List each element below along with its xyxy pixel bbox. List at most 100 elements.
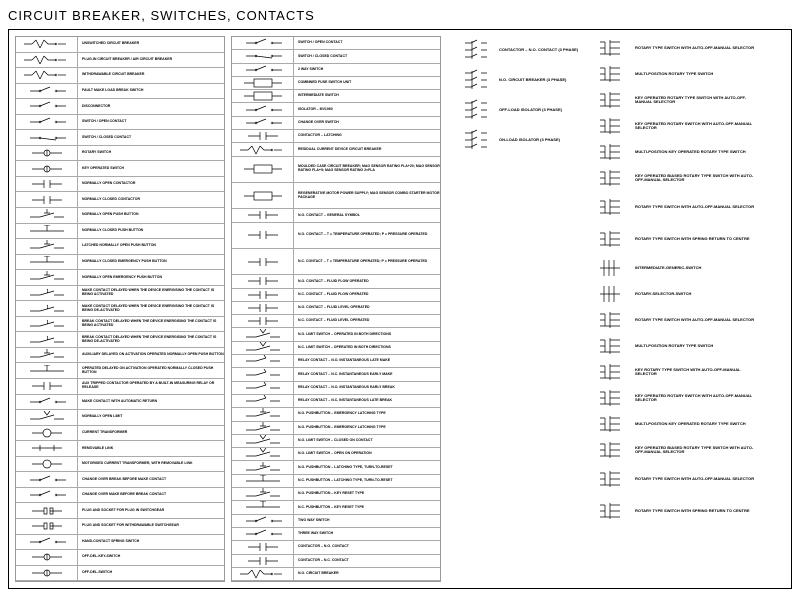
symbol-row: Normally Open Limit [16, 410, 224, 426]
schematic-symbol-icon [16, 503, 78, 518]
symbol-label: N.C. Contact – T = Temperature Operated;… [294, 260, 427, 264]
symbol-label: N.O. Contact – T = Temperature Operated;… [294, 233, 427, 237]
symbol-row: Current Transformer [16, 426, 224, 442]
rotary-selector-icon [591, 464, 631, 494]
symbol-label: Normally Open Emergency Push Button [78, 276, 162, 280]
symbol-row: Multi-Position Key Operated Rotary Type … [591, 412, 761, 436]
symbol-label: Rotary Type Switch with Auto-Off-Manual … [631, 477, 754, 481]
symbol-row: Make Contact Delayed When The Device Ene… [16, 301, 224, 317]
rotary-selector-icon [591, 166, 631, 190]
symbol-row: Rotary-Selector-Switch [591, 282, 761, 306]
symbol-label: Rotary-Selector-Switch [631, 292, 691, 296]
schematic-symbol-icon [16, 115, 78, 130]
symbol-label: Contactor – N.O. Contact [294, 545, 349, 549]
symbol-row: Switch / Closed Contact [232, 50, 440, 63]
rotary-selector-icon [591, 88, 631, 112]
column-4: Rotary Type Switch with Auto-Off-Manual … [591, 36, 761, 582]
symbol-row: Multi-Position Key Operated Rotary Type … [591, 140, 761, 164]
symbol-row: Intermediate Switch [232, 90, 440, 103]
column-1: Unswitched Circuit Breaker Plug-in Circui… [15, 36, 225, 582]
schematic-symbol-icon [232, 50, 294, 62]
symbol-label: N.O. Contact – Fluid Level Operated [294, 306, 370, 310]
symbol-row: Normally Closed Emergency Push Button [16, 255, 224, 271]
symbol-row: Key Operated Switch [16, 161, 224, 177]
schematic-symbol-icon [16, 53, 78, 68]
symbol-label: Multi-Position Rotary Type Switch [631, 344, 713, 348]
rotary-selector-icon [591, 412, 631, 436]
schematic-symbol-icon [232, 568, 294, 580]
symbol-label: N.O. Circuit Breaker (3 Phase) [495, 78, 566, 82]
symbol-row: Operated Delayed On Activation Operated … [16, 363, 224, 379]
symbol-label: Plug-in Circuit Breaker / Air Circuit Br… [78, 58, 172, 62]
symbol-row: On-Load Isolator (3 Phase) [455, 126, 585, 154]
schematic-symbol-icon [16, 535, 78, 550]
symbol-label: Change Over Make Before Break Contact [78, 493, 166, 497]
symbol-label: N.O. Limit Switch – Open On Operation [294, 452, 372, 456]
schematic-symbol-icon [232, 382, 294, 394]
symbol-row: N.O. Limit Switch – Operated In Both Dir… [232, 328, 440, 341]
symbol-row: Normally Closed Contactor [16, 192, 224, 208]
rotary-selector-icon [591, 224, 631, 254]
schematic-symbol-icon [16, 239, 78, 254]
symbol-label: Make Contact With Automatic Return [78, 400, 157, 404]
symbol-label: N.O. Contact – Fluid Flow Operated [294, 280, 369, 284]
schematic-symbol-icon [232, 368, 294, 380]
symbol-label: Aux Tripped Contactor Operated By A Buil… [78, 382, 224, 390]
symbol-row: N.C. Contact – Fluid Level Operated [232, 315, 440, 328]
schematic-symbol-icon [16, 161, 78, 176]
symbol-label: Hand-Contact Spring Switch [78, 540, 139, 544]
schematic-symbol-icon [16, 146, 78, 161]
schematic-symbol-icon [232, 515, 294, 527]
symbol-label: Normally Open Limit [78, 415, 122, 419]
symbol-row: Make Contact Delayed When The Device Ene… [16, 286, 224, 302]
symbol-row: N.O. Contact – Fluid Level Operated [232, 302, 440, 315]
symbol-row: N.O. Contact – T = Temperature Operated;… [232, 223, 440, 249]
symbol-row: Unswitched Circuit Breaker [16, 37, 224, 53]
symbol-label: 2 Way Switch [294, 68, 323, 72]
symbol-row: N.O. Pushbutton – Emergency Latching Typ… [232, 422, 440, 435]
symbol-row: Rotary Type Switch with Spring Return To… [591, 496, 761, 526]
symbol-label: Switch / Closed Contact [78, 136, 131, 140]
symbol-row: N.C. Contact – T = Temperature Operated;… [232, 249, 440, 275]
schematic-symbol-icon [232, 223, 294, 248]
symbol-row: Plug And Socket For Plug In Switchgear [16, 503, 224, 519]
symbol-row: Key Operated Biased Rotary Type Switch w… [591, 438, 761, 462]
symbol-row: Relay Contact – N.C. Instantaneous Early… [232, 368, 440, 381]
symbol-label: Operated Delayed On Activation Operated … [78, 367, 224, 375]
symbol-label: Moulded Case Circuit Breaker; Mag Sensor… [294, 165, 440, 173]
symbol-row: Relay Contact – N.C. Instantaneous Late … [232, 395, 440, 408]
symbol-row: Change Over Make Before Break Contact [16, 488, 224, 504]
schematic-symbol-icon [16, 332, 78, 347]
symbol-label: Off-Del-Key-Switch [78, 555, 120, 559]
symbol-label: Key Operated Switch [78, 167, 124, 171]
symbol-row: N.O. Pushbutton – Latching Type, Turn-To… [232, 461, 440, 474]
symbol-row: Withdrawable Circuit Breaker [16, 68, 224, 84]
symbol-label: Current Transformer [78, 431, 127, 435]
symbol-label: Rotary Type Switch with Auto-Off-Manual … [631, 205, 754, 209]
symbol-label: Key Rotary Type Switch with Auto-Off-Man… [631, 368, 761, 377]
symbol-row: Key Rotary Type Switch with Auto-Off-Man… [591, 360, 761, 384]
symbol-label: N.C. Contact – Fluid Level Operated [294, 319, 369, 323]
column-3: Contactor – N.O. Contact (3 Phase)N.O. C… [455, 36, 585, 582]
schematic-symbol-icon [232, 461, 294, 473]
symbol-label: Rotary Switch [78, 151, 111, 155]
schematic-symbol-icon [16, 192, 78, 207]
symbol-label: N.C. Pushbutton – Latching Type, Turn-To… [294, 479, 393, 483]
rotary-selector-icon [591, 308, 631, 332]
symbol-label: N.C. Contact – Fluid Flow Operated [294, 293, 368, 297]
symbol-row: Break Contact Delayed When The Device En… [16, 332, 224, 348]
symbol-row: Normally Open Emergency Push Button [16, 270, 224, 286]
symbol-row: Three Way Switch [232, 528, 440, 541]
symbol-row: Fault Make Load Break Switch [16, 84, 224, 100]
rotary-selector-icon [591, 386, 631, 410]
main-container: Unswitched Circuit Breaker Plug-in Circui… [8, 29, 792, 589]
symbol-row: N.C. Pushbutton – Latching Type, Turn-To… [232, 475, 440, 488]
rotary-selector-icon [591, 334, 631, 358]
symbol-row: Switch / Open Contact [16, 115, 224, 131]
symbol-row: Hand-Contact Spring Switch [16, 535, 224, 551]
schematic-symbol-icon [232, 541, 294, 553]
symbol-label: Plug And Socket For Plug In Switchgear [78, 509, 164, 513]
schematic-symbol-icon [232, 395, 294, 407]
symbol-row: Residual Current Device Circuit Breaker [232, 143, 440, 156]
symbol-label: Combined Fuse Switch Unit [294, 81, 351, 85]
